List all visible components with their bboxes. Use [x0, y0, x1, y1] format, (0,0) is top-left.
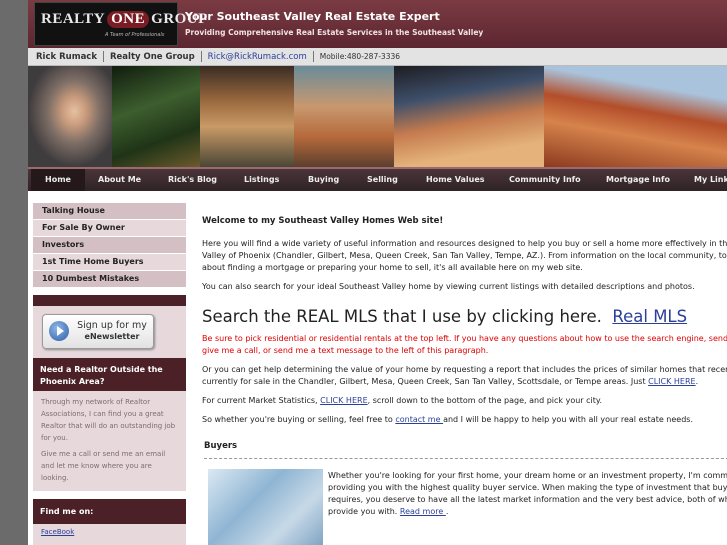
- mls-heading-text: Search the REAL MLS that I use by clicki…: [202, 307, 602, 326]
- buyers-line-3: requires, you deserve to have all the la…: [328, 495, 727, 504]
- home-value-line-2: currently for sale in the Chandler, Gilb…: [202, 376, 727, 388]
- header-photo-banner: [28, 66, 727, 167]
- logo-text-one: ONE: [107, 11, 150, 28]
- intro-line-3: about finding a mortgage or preparing yo…: [202, 263, 583, 272]
- contact-bar: Rick Rumack Realty One Group Rick@RickRuma…: [28, 48, 727, 66]
- nav-home[interactable]: Home: [31, 169, 85, 191]
- contact-line: So whether you're buying or selling, fee…: [202, 414, 727, 426]
- buyers-heading: Buyers: [204, 441, 238, 451]
- nav-my-links[interactable]: My Links: [694, 169, 727, 191]
- nav-selling[interactable]: Selling: [367, 169, 398, 191]
- market-stats-click-here-link[interactable]: CLICK HERE: [320, 396, 367, 405]
- company-name: Realty One Group: [110, 52, 195, 62]
- site-subtitle: Providing Comprehensive Real Estate Serv…: [185, 28, 484, 37]
- buyers-text: Whether you're looking for your first ho…: [328, 470, 727, 518]
- agent-name: Rick Rumack: [36, 52, 97, 62]
- market-stats-text-end: , scroll down to the bottom of the page,…: [367, 396, 603, 405]
- nav-mortgage-info[interactable]: Mortgage Info: [606, 169, 670, 191]
- signup-line-1: Sign up for my: [77, 320, 147, 331]
- realtor-box-para-1: Through my network of Realtor Associatio…: [41, 398, 176, 442]
- realtor-box-para-2: Give me a call or send me an email and l…: [41, 450, 166, 482]
- realtor-box-body: Through my network of Realtor Associatio…: [33, 391, 186, 491]
- contact-text: So whether you're buying or selling, fee…: [202, 415, 396, 424]
- instructions-line-1: Be sure to pick residential or residenti…: [202, 334, 727, 343]
- logo-text-realty: REALTY: [41, 11, 106, 27]
- search-paragraph: You can also search for your ideal South…: [202, 282, 695, 291]
- logo-tagline: A Team of Professionals: [105, 32, 165, 38]
- sidebar: Talking House For Sale By Owner Investor…: [33, 203, 186, 545]
- realtor-box-title: Need a Realtor Outside the Phoenix Area?: [33, 358, 186, 391]
- church-arch-photo: [200, 66, 294, 167]
- nav-buying[interactable]: Buying: [308, 169, 339, 191]
- buyers-period: .: [445, 507, 449, 516]
- realty-one-group-logo[interactable]: REALTY ONE GROUP A Team of Professionals: [34, 2, 207, 46]
- sidebar-links: Talking House For Sale By Owner Investor…: [33, 203, 186, 288]
- home-value-click-here-link[interactable]: CLICK HERE: [648, 377, 695, 386]
- newsletter-signup-button[interactable]: Sign up for my eNewsletter: [42, 314, 154, 349]
- buyers-photo: [208, 469, 323, 545]
- market-stats-line: For current Market Statistics, CLICK HER…: [202, 395, 727, 407]
- sidebar-item-first-time-buyers[interactable]: 1st Time Home Buyers: [33, 254, 186, 271]
- instructions-line-2: give me a call, or send me a text messag…: [202, 346, 489, 355]
- desert-garden-photo: [112, 66, 200, 167]
- email-link[interactable]: Rick@RickRumack.com: [202, 49, 313, 66]
- nav-home-values[interactable]: Home Values: [426, 169, 485, 191]
- home-value-text: currently for sale in the Chandler, Gilb…: [202, 377, 649, 386]
- newsletter-box: Sign up for my eNewsletter: [33, 306, 186, 358]
- home-value-period: .: [695, 377, 699, 386]
- sidebar-divider: [33, 295, 186, 306]
- site-title: Your Southeast Valley Real Estate Expert: [185, 10, 440, 23]
- facebook-link[interactable]: FaceBook: [41, 528, 74, 536]
- signup-line-2: eNewsletter: [84, 332, 140, 341]
- mls-heading: Search the REAL MLS that I use by clicki…: [202, 308, 727, 325]
- evening-street-photo: [394, 66, 544, 167]
- contact-text-end: and I will be happy to help you with all…: [443, 415, 694, 424]
- section-divider: [204, 458, 727, 459]
- real-mls-link[interactable]: Real MLS: [612, 307, 687, 326]
- intro-line-2: Valley of Phoenix (Chandler, Gilbert, Me…: [202, 251, 727, 260]
- sidebar-item-for-sale-by-owner[interactable]: For Sale By Owner: [33, 220, 186, 237]
- main-content: Welcome to my Southeast Valley Homes Web…: [202, 215, 727, 433]
- buyers-line-4: provide you with. Read more .: [328, 506, 727, 518]
- sidebar-item-dumbest-mistakes[interactable]: 10 Dumbest Mistakes: [33, 271, 186, 288]
- find-me-body: FaceBook: [33, 524, 186, 545]
- sidebar-item-investors[interactable]: Investors: [33, 237, 186, 254]
- phone-number: Mobile:480-287-3336: [319, 52, 401, 61]
- arrow-right-icon: [49, 321, 69, 341]
- site-header: REALTY ONE GROUP A Team of Professionals Y…: [28, 0, 727, 48]
- red-rock-photo: [544, 66, 727, 167]
- page: REALTY ONE GROUP A Team of Professionals Y…: [28, 0, 727, 545]
- nav-listings[interactable]: Listings: [244, 169, 279, 191]
- agent-portrait-photo: [28, 66, 112, 167]
- nav-ricks-blog[interactable]: Rick's Blog: [168, 169, 217, 191]
- sidebar-item-talking-house[interactable]: Talking House: [33, 203, 186, 220]
- find-me-title: Find me on:: [33, 499, 186, 524]
- nav-about-me[interactable]: About Me: [98, 169, 141, 191]
- buyers-line-2: providing you with the highest quality b…: [328, 483, 727, 492]
- buyers-line-4-text: provide you with.: [328, 507, 400, 516]
- nav-community-info[interactable]: Community Info: [509, 169, 581, 191]
- market-stats-text: For current Market Statistics,: [202, 396, 321, 405]
- main-nav: Home About Me Rick's Blog Listings Buyin…: [28, 167, 727, 191]
- mission-building-photo: [294, 66, 394, 167]
- intro-line-1: Here you will find a wide variety of use…: [202, 239, 727, 248]
- read-more-link[interactable]: Read more: [400, 507, 446, 516]
- buyers-line-1: Whether you're looking for your first ho…: [328, 471, 727, 480]
- welcome-heading: Welcome to my Southeast Valley Homes Web…: [202, 216, 444, 226]
- home-value-line-1: Or you can get help determining the valu…: [202, 365, 727, 374]
- contact-me-link[interactable]: contact me: [395, 415, 443, 424]
